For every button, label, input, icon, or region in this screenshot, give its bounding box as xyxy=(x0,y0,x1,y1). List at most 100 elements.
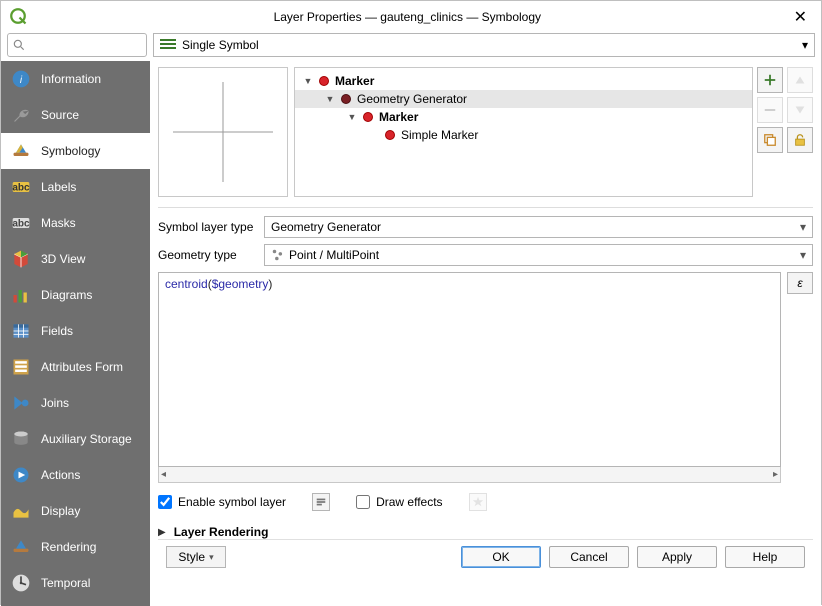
sidebar-icon: i xyxy=(11,69,31,89)
sidebar-item-label: Fields xyxy=(41,324,73,338)
sidebar-item-label: Temporal xyxy=(41,576,90,590)
marker-dot-icon xyxy=(341,94,351,104)
style-menu-button[interactable]: Style ▾ xyxy=(166,546,226,568)
sidebar-icon xyxy=(11,393,31,413)
ok-button[interactable]: OK xyxy=(461,546,541,568)
sidebar-item-rendering[interactable]: Rendering xyxy=(1,529,150,565)
symbol-layer-type-value: Geometry Generator xyxy=(271,220,381,234)
help-button[interactable]: Help xyxy=(725,546,805,568)
sidebar-item-labels[interactable]: abcLabels xyxy=(1,169,150,205)
sidebar-item-diagrams[interactable]: Diagrams xyxy=(1,277,150,313)
tree-row[interactable]: ▼ Marker xyxy=(295,72,752,90)
sidebar-icon: abc xyxy=(11,177,31,197)
geometry-type-value: Point / MultiPoint xyxy=(289,248,379,262)
apply-button[interactable]: Apply xyxy=(637,546,717,568)
data-defined-icon xyxy=(315,496,327,508)
sidebar-search-input[interactable] xyxy=(7,33,147,57)
layer-rendering-label: Layer Rendering xyxy=(174,525,269,539)
tree-row[interactable]: Simple Marker xyxy=(295,126,752,144)
expression-builder-button[interactable]: ε xyxy=(787,272,813,294)
star-icon xyxy=(472,496,484,508)
remove-symbol-layer-button[interactable] xyxy=(757,97,783,123)
chevron-down-icon: ▾ xyxy=(209,552,214,563)
geometry-type-combo[interactable]: Point / MultiPoint ▾ xyxy=(264,244,813,266)
sidebar-item-label: Masks xyxy=(41,216,76,230)
sidebar-item-label: Rendering xyxy=(41,540,96,554)
lock-color-button[interactable] xyxy=(787,127,813,153)
renderer-type-value: Single Symbol xyxy=(182,38,259,52)
chevron-down-icon: ▾ xyxy=(800,248,806,262)
sidebar-icon xyxy=(11,501,31,521)
enable-symbol-layer-label: Enable symbol layer xyxy=(178,495,286,509)
sidebar-icon xyxy=(11,465,31,485)
sidebar-icon xyxy=(11,285,31,305)
svg-text:abc: abc xyxy=(12,182,30,193)
expression-input[interactable]: centroid($geometry) xyxy=(158,272,781,467)
tree-expand-icon: ▼ xyxy=(303,76,313,86)
sidebar-icon xyxy=(11,141,31,161)
move-down-button[interactable] xyxy=(787,97,813,123)
sidebar-item-label: 3D View xyxy=(41,252,85,266)
tree-row-label: Geometry Generator xyxy=(357,92,467,106)
sidebar-icon xyxy=(11,537,31,557)
minus-icon xyxy=(763,103,777,117)
sidebar-icon xyxy=(11,357,31,377)
window-title: Layer Properties — gauteng_clinics — Sym… xyxy=(274,10,541,24)
sidebar-item-label: Source xyxy=(41,108,79,122)
sidebar-icon xyxy=(11,321,31,341)
expression-h-scrollbar[interactable]: ◂ ▸ xyxy=(158,467,781,483)
tree-expand-icon: ▼ xyxy=(325,94,335,104)
sidebar-item-attributes-form[interactable]: Attributes Form xyxy=(1,349,150,385)
draw-effects-checkbox[interactable]: Draw effects xyxy=(356,495,442,509)
close-button[interactable]: ✕ xyxy=(788,7,813,27)
sidebar-item-label: Symbology xyxy=(41,144,100,158)
main-panel: ▼Marker▼Geometry Generator▼MarkerSimple … xyxy=(150,61,821,606)
scroll-left-icon: ◂ xyxy=(161,469,166,480)
marker-dot-icon xyxy=(385,130,395,140)
cancel-button[interactable]: Cancel xyxy=(549,546,629,568)
sidebar-item-symbology[interactable]: Symbology xyxy=(1,133,150,169)
tree-expand-icon: ▼ xyxy=(347,112,357,122)
move-up-button[interactable] xyxy=(787,67,813,93)
sidebar-item-3d-view[interactable]: 3D View xyxy=(1,241,150,277)
sidebar-item-label: Actions xyxy=(41,468,80,482)
copy-icon xyxy=(763,133,777,147)
tree-row-label: Marker xyxy=(335,74,374,88)
single-symbol-icon xyxy=(160,37,176,54)
symbol-layer-type-combo[interactable]: Geometry Generator ▾ xyxy=(264,216,813,238)
sidebar-item-source[interactable]: Source xyxy=(1,97,150,133)
tree-row[interactable]: ▼ Geometry Generator xyxy=(295,90,752,108)
style-button-label: Style xyxy=(178,550,205,564)
sidebar-item-temporal[interactable]: Temporal xyxy=(1,565,150,601)
titlebar: Layer Properties — gauteng_clinics — Sym… xyxy=(1,1,821,33)
symbol-layer-type-label: Symbol layer type xyxy=(158,220,258,234)
sidebar-item-label: Attributes Form xyxy=(41,360,123,374)
search-icon xyxy=(12,38,26,52)
enable-symbol-layer-checkbox[interactable]: Enable symbol layer xyxy=(158,495,286,509)
sidebar-icon xyxy=(11,573,31,593)
sidebar-item-label: Diagrams xyxy=(41,288,92,302)
symbol-preview xyxy=(158,67,288,197)
sidebar-item-joins[interactable]: Joins xyxy=(1,385,150,421)
duplicate-symbol-layer-button[interactable] xyxy=(757,127,783,153)
tree-row-label: Marker xyxy=(379,110,418,124)
sidebar-item-actions[interactable]: Actions xyxy=(1,457,150,493)
effects-settings-button[interactable] xyxy=(469,493,487,511)
sidebar-item-fields[interactable]: Fields xyxy=(1,313,150,349)
sidebar-item-information[interactable]: iInformation xyxy=(1,61,150,97)
marker-dot-icon xyxy=(319,76,329,86)
sidebar-item-masks[interactable]: abcMasks xyxy=(1,205,150,241)
symbol-layer-tree[interactable]: ▼Marker▼Geometry Generator▼MarkerSimple … xyxy=(294,67,753,197)
renderer-type-combo[interactable]: Single Symbol ▾ xyxy=(153,33,815,57)
add-symbol-layer-button[interactable] xyxy=(757,67,783,93)
triangle-down-icon xyxy=(793,103,807,117)
sidebar-item-display[interactable]: Display xyxy=(1,493,150,529)
chevron-down-icon: ▾ xyxy=(800,220,806,234)
epsilon-icon: ε xyxy=(797,276,802,290)
lock-open-icon xyxy=(793,133,807,147)
sidebar-icon xyxy=(11,249,31,269)
data-defined-enable-button[interactable] xyxy=(312,493,330,511)
tree-row[interactable]: ▼ Marker xyxy=(295,108,752,126)
layer-rendering-section[interactable]: ▶ Layer Rendering xyxy=(158,525,813,539)
sidebar-item-auxiliary-storage[interactable]: Auxiliary Storage xyxy=(1,421,150,457)
